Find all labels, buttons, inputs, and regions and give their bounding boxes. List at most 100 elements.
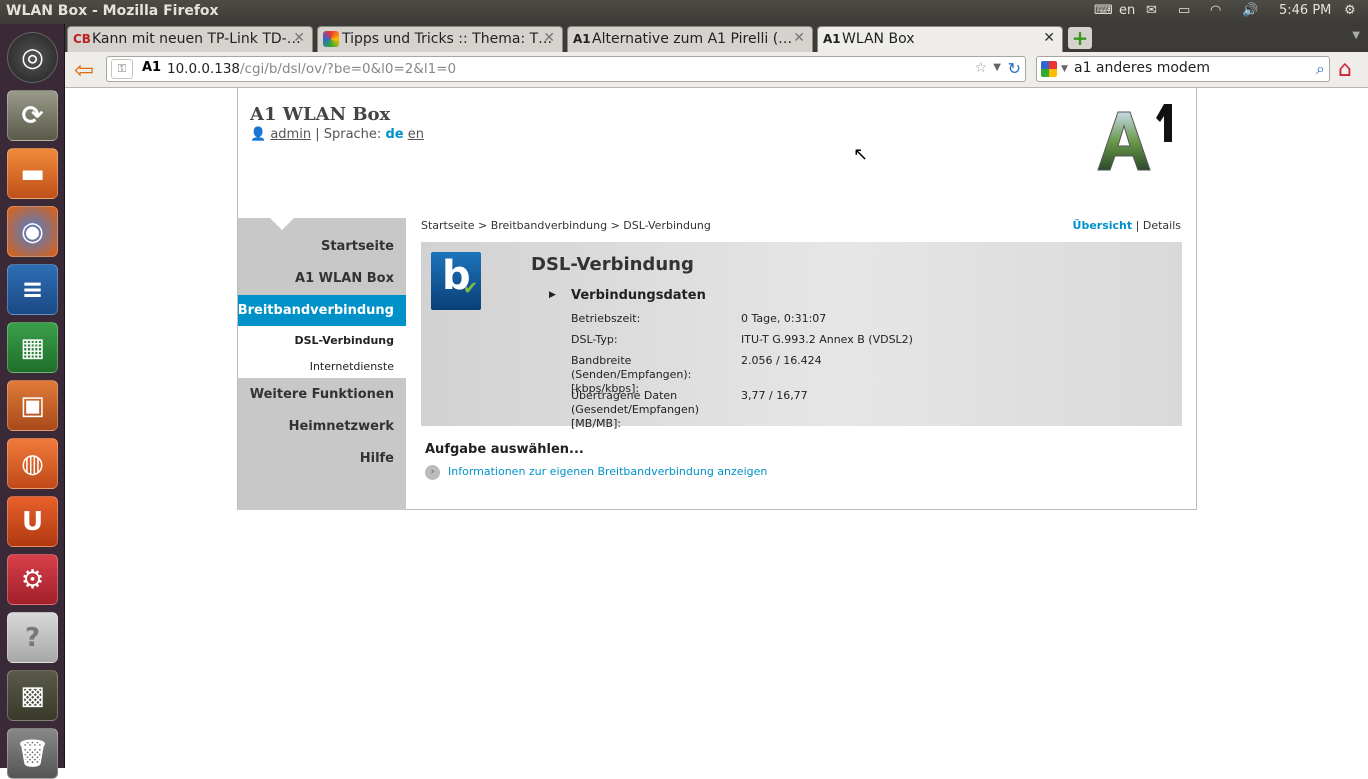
sidebar-notch <box>270 218 294 230</box>
wifi-icon[interactable]: ◠ <box>1210 3 1221 18</box>
search-input[interactable]: a1 anderes modem <box>1074 61 1210 75</box>
breadcrumb: Startseite > Breitbandverbindung > DSL-V… <box>421 219 711 232</box>
sidebar-subitem-dsl-verbindung[interactable]: DSL-Verbindung <box>294 334 394 347</box>
search-icon[interactable]: ⌕ <box>1316 59 1325 79</box>
sidebar-subitem-internetdienste[interactable]: Internetdienste <box>310 360 394 373</box>
gear-icon[interactable]: ⚙ <box>1344 3 1356 18</box>
view-separator: | <box>1135 219 1140 232</box>
help-icon[interactable]: ? <box>7 612 58 663</box>
label-uebertragene-daten: Übertragene Daten (Gesendet/Empfangen) [… <box>571 389 700 430</box>
label-dsl-typ: DSL-Typ: <box>571 333 618 346</box>
url-host: 10.0.0.138 <box>167 61 240 77</box>
arrow-circle-icon[interactable]: › <box>425 465 440 480</box>
lang-de-link[interactable]: de <box>385 127 403 142</box>
admin-link[interactable]: admin <box>270 127 311 142</box>
checkmark-icon: ✔ <box>463 278 479 299</box>
url-bar[interactable]: ⚿ A1 10.0.0.138/cgi/b/dsl/ov/?be=0&l0=2&… <box>106 56 1026 82</box>
tab-2[interactable]: Tipps und Tricks :: Thema: T… ✕ <box>317 26 563 52</box>
keyboard-icon[interactable]: ⌨ <box>1094 3 1113 18</box>
tab-label: Kann mit neuen TP-Link TD-… <box>92 31 301 47</box>
keyboard-layout[interactable]: en <box>1119 3 1135 18</box>
workspace-icon[interactable]: ▩ <box>7 670 58 721</box>
panel-title: DSL-Verbindung <box>531 254 694 275</box>
tab-favicon-colorwheel-icon <box>323 31 339 47</box>
tab-label: Alternative zum A1 Pirelli (… <box>592 31 793 47</box>
ubuntu-logo-icon[interactable]: ◎ <box>7 32 58 83</box>
reload-icon[interactable]: ↻ <box>1008 59 1021 78</box>
calc-icon[interactable]: ▦ <box>7 322 58 373</box>
firefox-icon[interactable]: ◉ <box>7 206 58 257</box>
help-glyph: ? <box>24 622 41 653</box>
details-link[interactable]: Details <box>1143 219 1181 232</box>
top-panel: WLAN Box - Mozilla Firefox ⌨ en ✉ ▭ ◠ 🔊 … <box>0 0 1368 24</box>
language-label: | Sprache: <box>315 127 382 142</box>
broadband-icon: b ✔ <box>431 252 481 310</box>
new-tab-button[interactable]: + <box>1068 27 1092 49</box>
tab-favicon: A1 <box>823 32 841 46</box>
overview-link[interactable]: Übersicht <box>1073 219 1133 232</box>
site-identity: A1 <box>142 60 162 75</box>
sidebar-item-hilfe[interactable]: Hilfe <box>360 451 394 466</box>
tab-list-chevron-down-icon[interactable]: ▼ <box>1352 30 1360 41</box>
shopping-bag-icon[interactable]: ◍ <box>7 438 58 489</box>
key-icon[interactable]: ⚿ <box>111 59 133 79</box>
value-uebertragene-daten: 3,77 / 16,77 <box>741 389 808 402</box>
tab-label: WLAN Box <box>842 31 915 47</box>
volume-icon[interactable]: 🔊 <box>1242 3 1258 18</box>
sidebar-nav: Startseite A1 WLAN Box Breitbandverbindu… <box>238 218 406 510</box>
close-icon[interactable]: ✕ <box>793 30 805 46</box>
trash-icon[interactable]: 🗑 <box>7 728 58 779</box>
user-line: 👤 admin | Sprache: de en <box>250 127 424 142</box>
search-bar[interactable]: ▼ a1 anderes modem ⌕ <box>1036 56 1330 82</box>
url-text[interactable]: 10.0.0.138/cgi/b/dsl/ov/?be=0&l0=2&l1=0 <box>167 61 456 77</box>
tab-1[interactable]: CB Kann mit neuen TP-Link TD-… ✕ <box>67 26 313 52</box>
nav-bar: ⇦ ⚿ A1 10.0.0.138/cgi/b/dsl/ov/?be=0&l0=… <box>65 52 1368 88</box>
router-page: A1 WLAN Box 👤 admin | Sprache: de en Sta… <box>237 88 1197 510</box>
writer-icon[interactable]: ≡ <box>7 264 58 315</box>
sidebar-item-heimnetzwerk[interactable]: Heimnetzwerk <box>289 419 394 434</box>
google-icon[interactable] <box>1041 61 1057 77</box>
history-dropdown-icon[interactable]: ▼ <box>993 62 1001 73</box>
url-path: /cgi/b/dsl/ov/?be=0&l0=2&l1=0 <box>240 61 457 77</box>
user-icon: 👤 <box>250 127 267 142</box>
search-engine-dropdown-icon[interactable]: ▼ <box>1061 64 1068 74</box>
task-link[interactable]: Informationen zur eigenen Breitbandverbi… <box>448 465 767 478</box>
close-icon[interactable]: ✕ <box>1043 30 1055 46</box>
close-icon[interactable]: ✕ <box>543 30 555 46</box>
sidebar-item-startseite[interactable]: Startseite <box>321 239 394 254</box>
folder-icon[interactable]: ▬ <box>7 148 58 199</box>
installer-icon[interactable]: ⟳ <box>7 90 58 141</box>
tab-favicon: A1 <box>573 32 591 46</box>
value-dsl-typ: ITU-T G.993.2 Annex B (VDSL2) <box>741 333 913 346</box>
a1-logo <box>1097 104 1172 171</box>
value-betriebszeit: 0 Tage, 0:31:07 <box>741 312 827 325</box>
bookmark-star-icon[interactable]: ☆ <box>974 60 987 76</box>
settings-icon[interactable]: ⚙ <box>7 554 58 605</box>
sidebar-item-a1-wlan-box[interactable]: A1 WLAN Box <box>295 271 394 286</box>
home-icon[interactable]: ⌂ <box>1338 57 1352 82</box>
sidebar-item-weitere-funktionen[interactable]: Weitere Funktionen <box>250 387 394 402</box>
tab-4[interactable]: A1 WLAN Box ✕ <box>817 26 1063 52</box>
tab-bar: CB Kann mit neuen TP-Link TD-… ✕ Tipps u… <box>65 24 1368 52</box>
ubuntu-one-icon[interactable]: U <box>7 496 58 547</box>
task-heading: Aufgabe auswählen... <box>425 442 584 457</box>
label-betriebszeit: Betriebszeit: <box>571 312 641 325</box>
expand-triangle-icon[interactable]: ▶ <box>549 290 556 300</box>
page-title: A1 WLAN Box <box>250 104 391 125</box>
mouse-cursor-icon: ↖ <box>853 144 869 165</box>
window-title: WLAN Box - Mozilla Firefox <box>6 3 219 19</box>
lang-en-link[interactable]: en <box>408 127 424 142</box>
sidebar-item-breitbandverbindung[interactable]: Breitbandverbindung <box>238 303 394 318</box>
battery-icon[interactable]: ▭ <box>1178 3 1190 18</box>
tab-favicon: CB <box>73 32 91 46</box>
clock[interactable]: 5:46 PM <box>1279 3 1331 18</box>
dsl-panel: b ✔ DSL-Verbindung ▶ Verbindungsdaten Be… <box>421 242 1182 430</box>
close-icon[interactable]: ✕ <box>293 30 305 46</box>
tab-3[interactable]: A1 Alternative zum A1 Pirelli (… ✕ <box>567 26 813 52</box>
mail-icon[interactable]: ✉ <box>1146 3 1157 18</box>
ubuntu-one-glyph: U <box>21 506 44 537</box>
section-title[interactable]: Verbindungsdaten <box>571 288 706 303</box>
value-bandbreite: 2.056 / 16.424 <box>741 354 822 367</box>
back-arrow-icon[interactable]: ⇦ <box>69 56 99 84</box>
impress-icon[interactable]: ▣ <box>7 380 58 431</box>
